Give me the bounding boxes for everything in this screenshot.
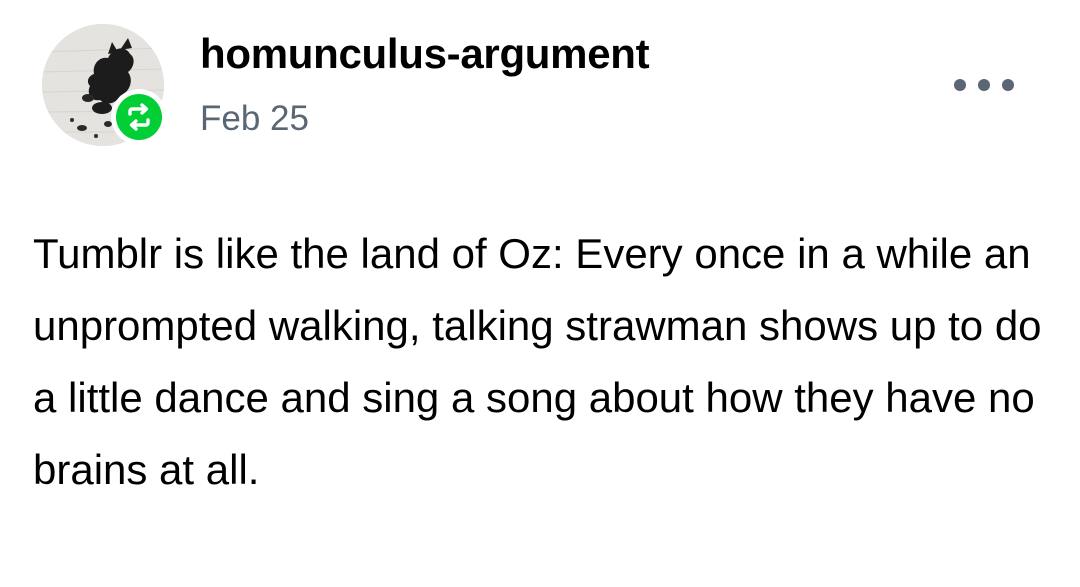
post-body-text: Tumblr is like the land of Oz: Every onc… [33,230,1042,493]
post-card: homunculus-argument Feb 25 Tumblr is lik… [0,0,1080,587]
reblog-badge [111,89,167,145]
reblog-icon [128,103,150,131]
author-avatar-container[interactable] [42,24,167,146]
more-options-icon [1002,79,1014,91]
more-options-icon [954,79,966,91]
more-options-icon [978,79,990,91]
more-options-button[interactable] [952,70,1016,100]
post-timestamp-link[interactable]: Feb 25 [200,99,309,139]
author-username-link[interactable]: homunculus-argument [200,30,650,78]
